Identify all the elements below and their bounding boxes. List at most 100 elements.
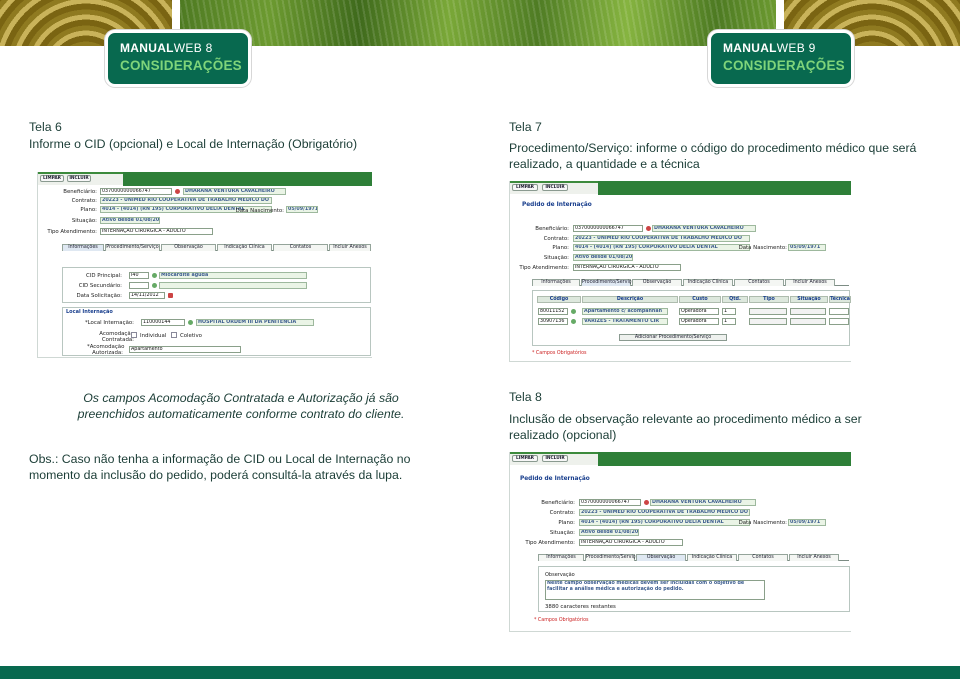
coletivo-label: Coletivo [180,333,202,339]
tabs-row: Informações Procedimento/Serviço Observa… [532,279,849,286]
cid-secundario-label: CID Secundário: [78,283,122,289]
tab-procedimento[interactable]: Procedimento/Serviço [581,279,634,286]
tipo-atendimento-select[interactable]: INTERNAÇÃO CIRÚRGICA - ADULTO [573,264,681,271]
tab-indicacao-clinica[interactable]: Indicação Clínica [683,279,733,286]
beneficiario-code-field[interactable]: 0370000000066747 [573,225,643,232]
search-lupa-icon[interactable] [152,283,157,288]
beneficiario-label: Beneficiário: [535,226,569,232]
situacao-label: Situação: [549,530,575,536]
tab-observacao[interactable]: Observação [636,554,686,561]
tipo-atendimento-label: Tipo Atendimento: [47,229,97,235]
row1-situacao-select[interactable] [790,308,826,315]
observacao-textarea[interactable]: Neste campo observação médicas devem ser… [545,580,765,600]
tab-incluir-anexos[interactable]: Incluir Anexos [789,554,839,561]
search-lupa-icon[interactable] [152,273,157,278]
row2-qtd-field[interactable]: 1 [722,318,736,325]
plano-label: Plano: [552,245,569,251]
search-lupa-icon[interactable] [175,189,180,194]
tab-indicacao-clinica[interactable]: Indicação Clínica [217,244,272,251]
tela6-heading: Tela 6 [29,120,62,134]
cid-secundario-field[interactable] [129,282,149,289]
cid-principal-field[interactable]: I40 [129,272,149,279]
individual-checkbox[interactable] [131,332,137,338]
tab-informacoes[interactable]: Informações [62,244,104,251]
incluir-button[interactable]: INCLUIR [542,184,568,191]
beneficiario-name-field: DHARANA VENTURA CAVALHEIRO [183,188,286,195]
row2-tipo-select[interactable] [749,318,787,325]
incluir-button[interactable]: INCLUIR [67,175,91,182]
tab-observacao[interactable]: Observação [161,244,216,251]
tab-procedimento[interactable]: Procedimento/Serviço [105,244,160,251]
tab-contatos[interactable]: Contatos [738,554,788,561]
tipo-atendimento-label: Tipo Atendimento: [519,265,569,271]
acomodacao-autorizada-select[interactable]: Apartamento [129,346,241,353]
tab-incluir-anexos[interactable]: Incluir Anexos [785,279,835,286]
tab-contatos[interactable]: Contatos [273,244,328,251]
search-lupa-icon[interactable] [646,226,651,231]
col-qtd: Qtd. [722,296,748,303]
informacoes-panel: CID Principal: I40 Miocardite aguda CID … [62,267,371,303]
coletivo-checkbox[interactable] [171,332,177,338]
tipo-atendimento-select[interactable]: INTERNAÇÃO CIRÚRGICA - ADULTO [100,228,213,235]
col-tipo: Tipo [749,296,789,303]
cid-description-field: Miocardite aguda [159,272,307,279]
local-code-field[interactable]: 110000144 [141,319,185,326]
col-tecnica: Técnica [829,296,851,303]
data-solicitacao-field[interactable]: 14/11/2012 [129,292,165,299]
tab-informacoes[interactable]: Informações [532,279,580,286]
row2-custo-select[interactable]: Operadora [679,318,719,325]
tela8-description: Inclusão de observação relevante ao proc… [509,412,862,442]
limpar-button[interactable]: LIMPAR [512,184,538,191]
row2-tecnica-select[interactable] [829,318,849,325]
tab-observacao[interactable]: Observação [632,279,682,286]
row1-tecnica-select[interactable] [829,308,849,315]
contrato-field: 20223 - UNIMED RIO COOPERATIVA DE TRABAL… [579,509,750,516]
search-lupa-icon[interactable] [644,500,649,505]
required-fields-note: * Campos Obrigatórios [534,618,589,623]
tab-informacoes[interactable]: Informações [538,554,584,561]
search-lupa-icon[interactable] [571,319,576,324]
row1-qtd-field[interactable]: 1 [722,308,736,315]
manual-web-label: MANUALWEB 9 [723,41,816,55]
situacao-field: Ativo desde 01/08/2010 [100,217,160,224]
local-internacao-panel: Local Internação *Local Internação: 1100… [62,307,371,356]
row1-custo-select[interactable]: Operadora [679,308,719,315]
tabs-row: Informações Procedimento/Serviço Observa… [538,554,849,561]
limpar-button[interactable]: LIMPAR [40,175,64,182]
tab-contatos[interactable]: Contatos [734,279,784,286]
section-title: CONSIDERAÇÕES [120,58,242,73]
incluir-button[interactable]: INCLUIR [542,455,568,462]
row1-tipo-select[interactable] [749,308,787,315]
plano-field: 4014 - (4014) (RN 195) CORPORATIVO DELTA… [579,519,750,526]
beneficiario-label: Beneficiário: [63,189,97,195]
limpar-button[interactable]: LIMPAR [512,455,538,462]
local-name-field: HOSPITAL ORDEM III DA PENITENCIA [196,319,314,326]
calendar-icon[interactable] [168,293,173,298]
row1-codigo-field[interactable]: 80011152 [538,308,568,315]
nascimento-label: Data Nascimento: [738,520,787,526]
tipo-atendimento-select[interactable]: INTERNAÇÃO CIRÚRGICA - ADULTO [579,539,683,546]
row1-descricao-field: Apartamento c/ acompanhan [582,308,668,315]
tab-incluir-anexos[interactable]: Incluir Anexos [329,244,371,251]
col-codigo: Código [537,296,581,303]
search-lupa-icon[interactable] [188,320,193,325]
section-title: CONSIDERAÇÕES [723,58,845,73]
tela6-note: Os campos Acomodação Contratada e Autori… [77,391,405,421]
nascimento-field: 05/09/1971 [286,206,318,213]
tela6-description: Informe o CID (opcional) e Local de Inte… [29,137,358,151]
adicionar-procedimento-button[interactable]: Adicionar Procedimento/Serviço [619,334,727,341]
tela7-description: Procedimento/Serviço: informe o código d… [509,141,917,171]
row2-situacao-select[interactable] [790,318,826,325]
col-situacao: Situação [790,296,828,303]
contrato-label: Contrato: [549,510,575,516]
beneficiario-code-field[interactable]: 0370000000066747 [579,499,641,506]
tab-procedimento[interactable]: Procedimento/Serviço [585,554,638,561]
contrato-label: Contrato: [543,236,569,242]
cid-principal-label: CID Principal: [85,273,122,279]
search-lupa-icon[interactable] [571,309,576,314]
beneficiario-code-field[interactable]: 0370000000066747 [100,188,172,195]
manual-web-label: MANUALWEB 8 [120,41,213,55]
footer-bar [0,666,960,679]
tab-indicacao-clinica[interactable]: Indicação Clínica [687,554,737,561]
row2-codigo-field[interactable]: 30907136 [538,318,568,325]
